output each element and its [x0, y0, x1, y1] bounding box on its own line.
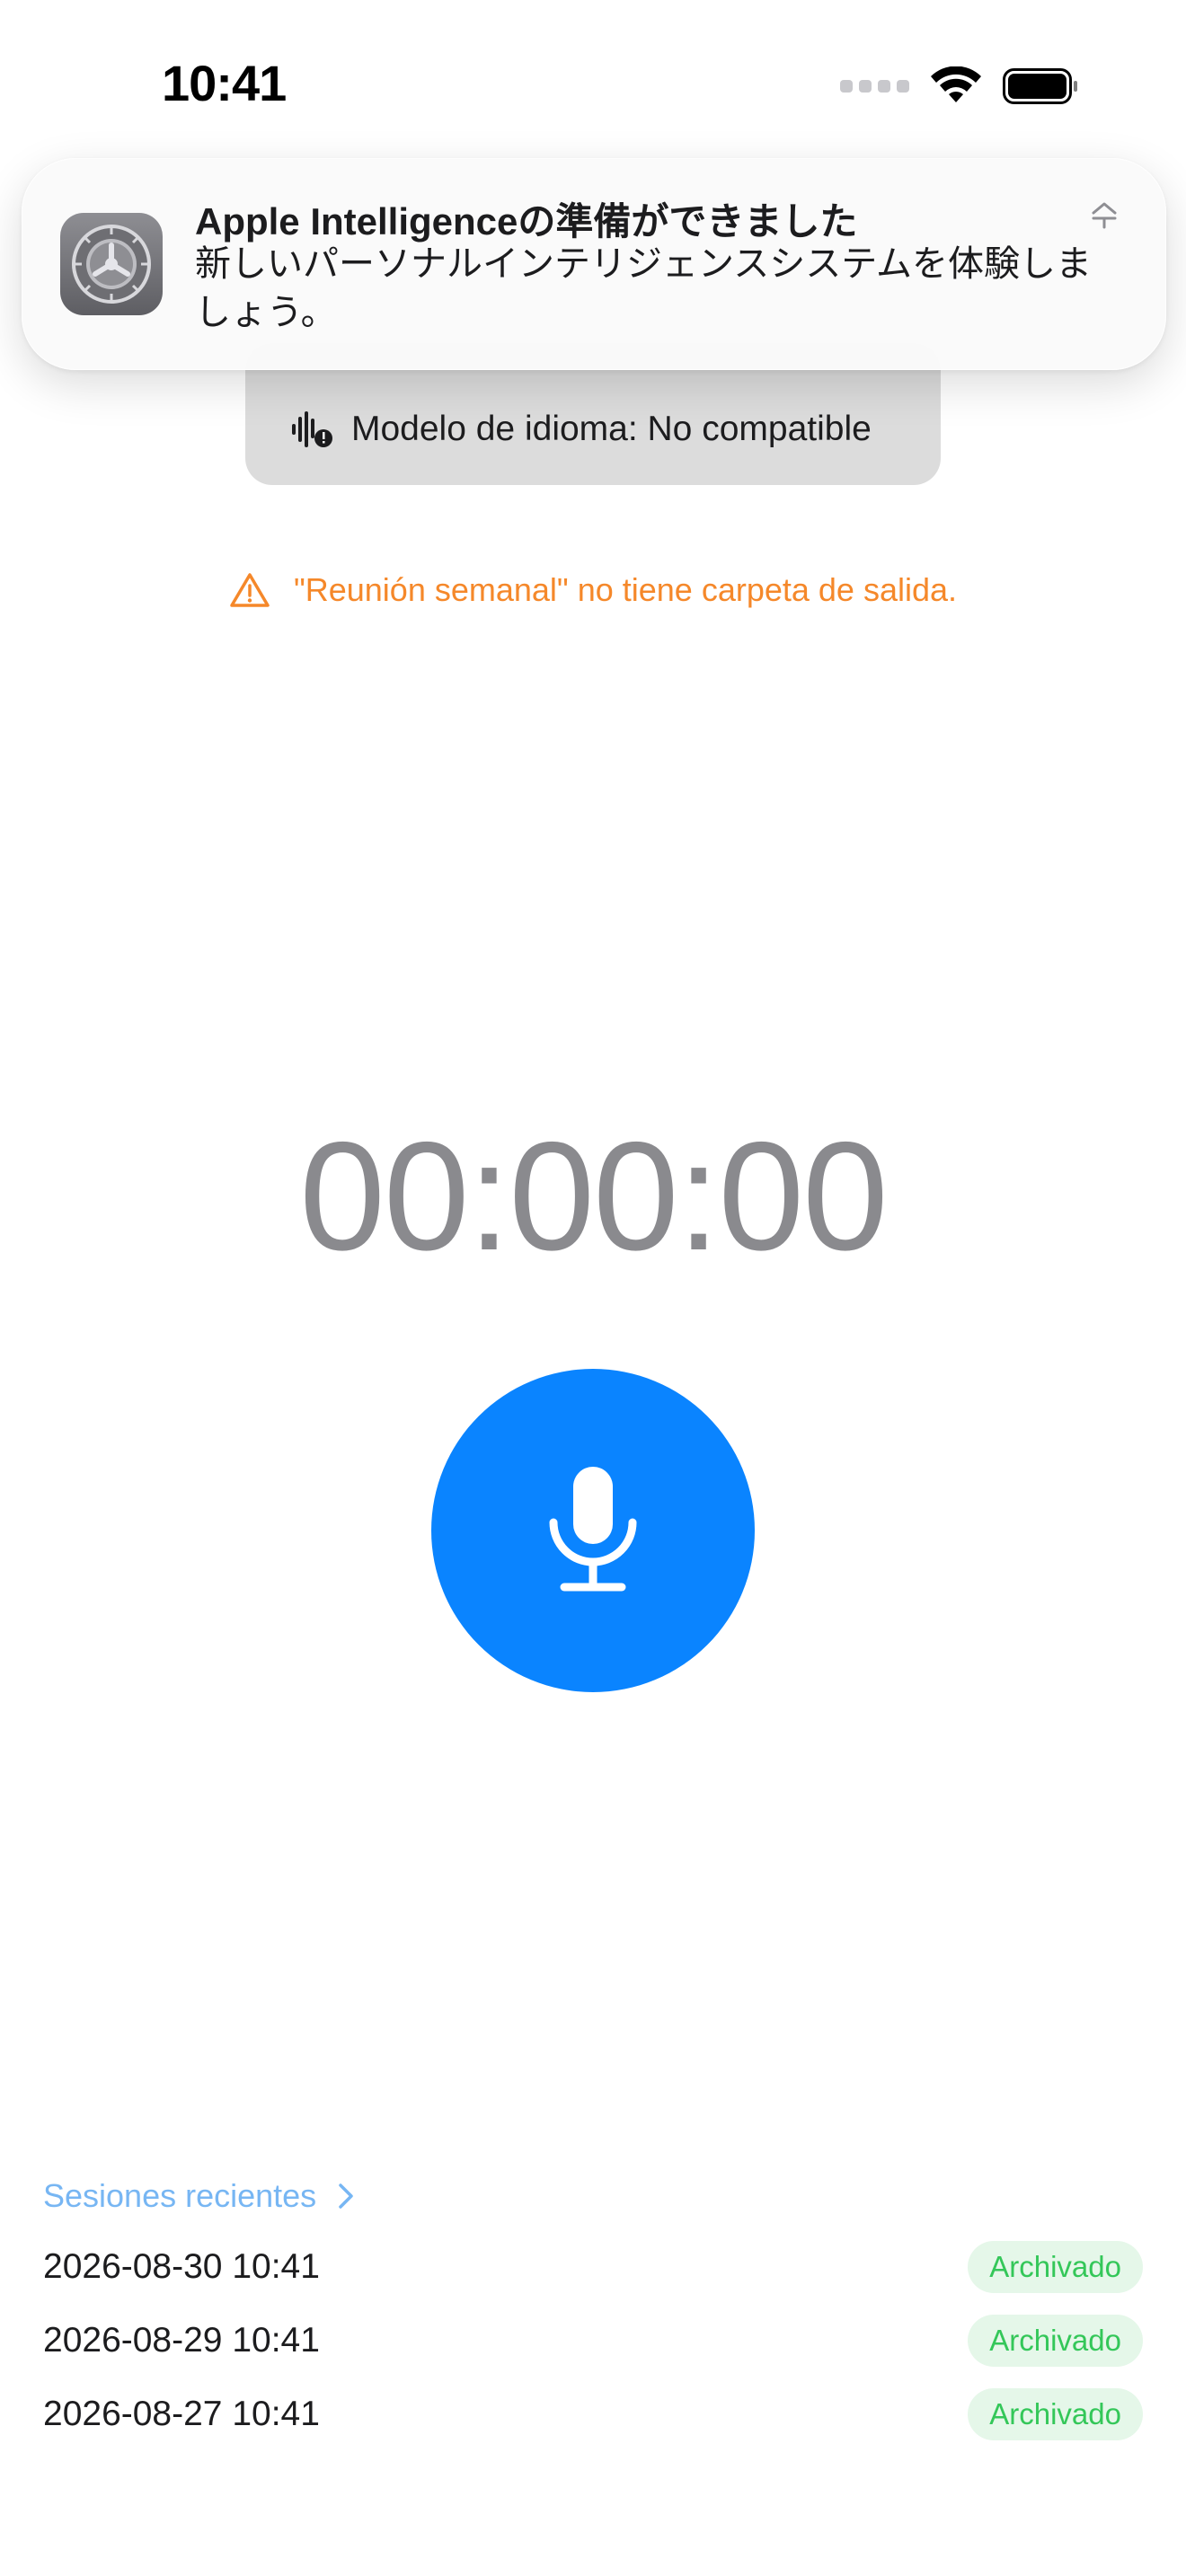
session-date: 2026-08-27 10:41	[43, 2395, 320, 2433]
chevron-right-icon	[339, 2183, 353, 2209]
recent-sessions-title: Sesiones recientes	[43, 2177, 317, 2214]
notification-body: 新しいパーソナルインテリジェンスシステムを体験しましょう。	[195, 244, 1092, 332]
status-badge: Archivado	[968, 2241, 1143, 2293]
notification-banner[interactable]: Apple Intelligenceの準備ができました 新しいパーソナルインテリ…	[22, 158, 1166, 370]
record-button[interactable]	[431, 1369, 755, 1692]
status-badge: Archivado	[968, 2388, 1143, 2440]
warning-text: "Reunión semanal" no tiene carpeta de sa…	[293, 571, 958, 608]
language-model-label: Modelo de idioma: No compatible	[351, 410, 872, 448]
status-indicators	[840, 66, 1078, 106]
output-folder-warning: "Reunión semanal" no tiene carpeta de sa…	[0, 571, 1186, 609]
session-row[interactable]: 2026-08-29 10:41 Archivado	[43, 2314, 1143, 2368]
screen: 10:41 Modelo de idioma: No compatible Ap…	[0, 0, 1186, 2576]
microphone-icon	[549, 1467, 637, 1592]
settings-gear-icon	[60, 213, 163, 315]
recording-timer: 00:00:00	[299, 1110, 889, 1283]
warning-triangle-icon	[230, 573, 270, 607]
session-date: 2026-08-30 10:41	[43, 2247, 320, 2286]
status-badge: Archivado	[968, 2315, 1143, 2367]
status-time: 10:41	[162, 55, 287, 111]
battery-icon	[1003, 68, 1077, 104]
wifi-icon	[931, 66, 981, 102]
notification-title: Apple Intelligenceの準備ができました	[195, 200, 858, 243]
session-row[interactable]: 2026-08-27 10:41 Archivado	[43, 2387, 1143, 2441]
recent-sessions-link[interactable]: Sesiones recientes	[43, 2177, 356, 2215]
waveform-alert-icon	[292, 411, 332, 447]
cellular-signal-icon	[840, 80, 909, 93]
session-row[interactable]: 2026-08-30 10:41 Archivado	[43, 2240, 1143, 2294]
session-date: 2026-08-29 10:41	[43, 2321, 320, 2360]
expand-icon[interactable]	[1086, 197, 1122, 233]
